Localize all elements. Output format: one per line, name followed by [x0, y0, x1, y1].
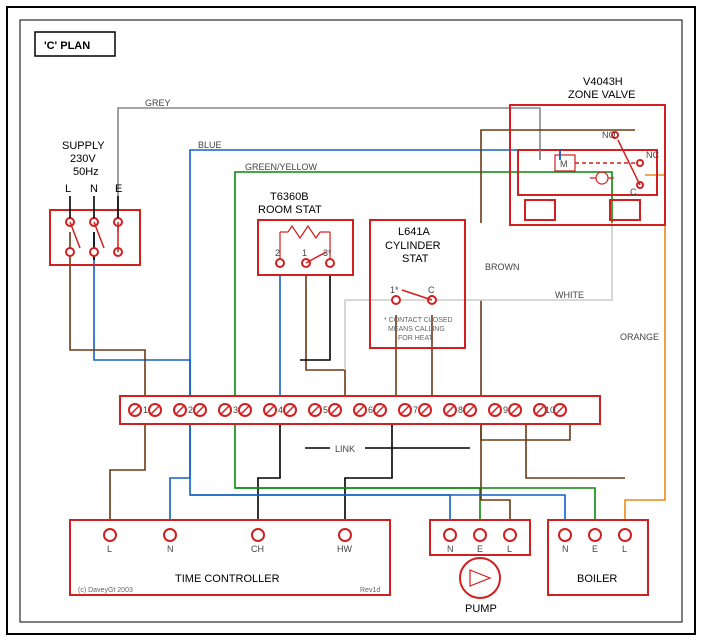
zv-model: V4043H	[583, 76, 623, 88]
supply-E: E	[115, 183, 122, 195]
wire-brown-supplyL	[70, 232, 145, 396]
junction-terms: 1 2 3 4 5 6 7	[129, 404, 566, 416]
wire-blue-label: BLUE	[198, 140, 222, 150]
rs-t1: 1	[302, 248, 307, 258]
title-text: 'C' PLAN	[44, 40, 90, 52]
tc-name: TIME CONTROLLER	[175, 573, 280, 585]
zv-name: ZONE VALVE	[568, 89, 635, 101]
pump: N E L PUMP	[430, 520, 530, 615]
pump-name: PUMP	[465, 603, 497, 615]
wire-grey	[118, 108, 540, 232]
svg-text:E: E	[477, 544, 483, 554]
supply-block: SUPPLY 230V 50Hz L N E	[50, 140, 140, 265]
cyl-note1: * CONTACT CLOSED	[384, 317, 453, 324]
room-stat-name: ROOM STAT	[258, 204, 322, 216]
wire-grey-label: GREY	[145, 98, 171, 108]
wire-blue-boilerN	[190, 495, 565, 520]
cyl-note3: FOR HEAT	[398, 335, 434, 342]
svg-text:2: 2	[188, 405, 193, 415]
svg-text:L: L	[507, 544, 512, 554]
supply-label: SUPPLY	[62, 140, 105, 152]
pump-icon	[460, 558, 500, 598]
boiler-name: BOILER	[577, 573, 617, 585]
wire-green-boilerE	[235, 488, 595, 520]
wire-brown-pumpL	[481, 423, 510, 520]
wire-black-j4-tcCH	[258, 423, 280, 520]
cyl-note2: MEANS CALLING	[388, 326, 445, 333]
svg-text:HW: HW	[337, 544, 352, 554]
tc-rev: Rev1d	[360, 587, 380, 594]
wire-blue-pumpN	[190, 423, 450, 520]
room-stat: T6360B ROOM STAT 2 1 3*	[258, 191, 353, 275]
svg-text:6: 6	[368, 405, 373, 415]
wire-brown-j1-tcL	[110, 423, 145, 520]
svg-text:E: E	[592, 544, 598, 554]
room-stat-model: T6360B	[270, 191, 309, 203]
link-label: LINK	[335, 444, 355, 454]
wire-white-label: WHITE	[555, 290, 584, 300]
cyl-tc: C	[428, 285, 435, 295]
zv-motor: M	[560, 159, 568, 169]
svg-text:N: N	[167, 544, 174, 554]
boiler: N E L BOILER	[548, 520, 648, 595]
supply-voltage: 230V	[70, 153, 96, 165]
resistor-icon	[288, 226, 320, 238]
svg-text:4: 4	[278, 405, 283, 415]
svg-text:8: 8	[458, 405, 463, 415]
zone-valve: V4043H ZONE VALVE M NO NC C	[510, 76, 665, 225]
wire-blue-j2-tcN	[170, 423, 190, 520]
rs-t2: 2	[275, 248, 280, 258]
wire-blue-supplyN	[94, 232, 190, 396]
svg-text:7: 7	[413, 405, 418, 415]
svg-text:CH: CH	[251, 544, 264, 554]
wire-green-pumpE	[235, 423, 480, 520]
svg-text:L: L	[107, 544, 112, 554]
svg-text:10: 10	[545, 405, 555, 415]
wire-orange	[625, 175, 665, 520]
wire-blue-top	[190, 150, 560, 396]
wire-orange-label: ORANGE	[620, 332, 659, 342]
tc-copy: (c) DaveyGt 2003	[78, 587, 133, 594]
supply-N: N	[90, 183, 98, 195]
supply-freq: 50Hz	[73, 166, 99, 178]
cyl-model: L641A	[398, 226, 430, 238]
cyl-name1: CYLINDER	[385, 240, 441, 252]
supply-L: L	[65, 183, 71, 195]
svg-text:N: N	[447, 544, 454, 554]
wire-brown-j9	[526, 423, 625, 478]
time-controller: L N CH HW TIME CONTROLLER (c) DaveyGt 20…	[70, 520, 390, 595]
svg-text:L: L	[622, 544, 627, 554]
wire-green-label: GREEN/YELLOW	[245, 162, 318, 172]
svg-text:9: 9	[503, 405, 508, 415]
cyl-name2: STAT	[402, 253, 429, 265]
zv-nc: NC	[646, 150, 659, 160]
wire-brown-rs1	[306, 275, 345, 396]
wire-brown-label: BROWN	[485, 262, 520, 272]
cyl-t1: 1*	[390, 285, 399, 295]
wire-black-rs3	[300, 275, 330, 360]
svg-text:5: 5	[323, 405, 328, 415]
svg-text:3: 3	[233, 405, 238, 415]
zv-no: NO	[602, 130, 616, 140]
zv-c: C	[630, 187, 637, 197]
svg-text:1: 1	[143, 405, 148, 415]
cylinder-stat: L641A CYLINDER STAT 1* C * CONTACT CLOSE…	[370, 220, 465, 348]
rs-t3: 3*	[323, 248, 332, 258]
svg-text:N: N	[562, 544, 569, 554]
wire-black-j7-tcHW	[345, 423, 392, 520]
